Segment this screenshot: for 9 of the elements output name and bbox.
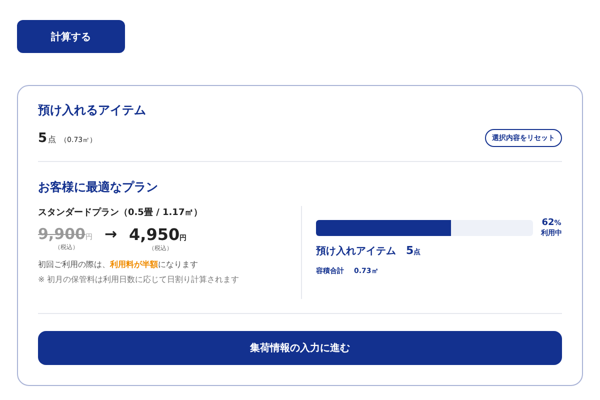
section-title: 預け入れるアイテム	[38, 102, 147, 119]
section-title: お客様に最適なプラン	[38, 179, 159, 196]
items-label: 預け入れアイテム	[316, 244, 396, 258]
arrow-icon: →	[104, 225, 118, 243]
next-button[interactable]: 集荷情報の入力に進む	[38, 331, 562, 365]
calculate-button[interactable]: 計算する	[17, 20, 125, 53]
plan-name: スタンダードプラン（0.5畳 / 1.17㎡）	[38, 206, 204, 219]
discount-notice: 初回ご利用の際は、利用料が半額になります	[38, 259, 199, 270]
footnote: ※ 初月の保管料は利用日数に応じて日割り計算されます	[38, 274, 240, 285]
